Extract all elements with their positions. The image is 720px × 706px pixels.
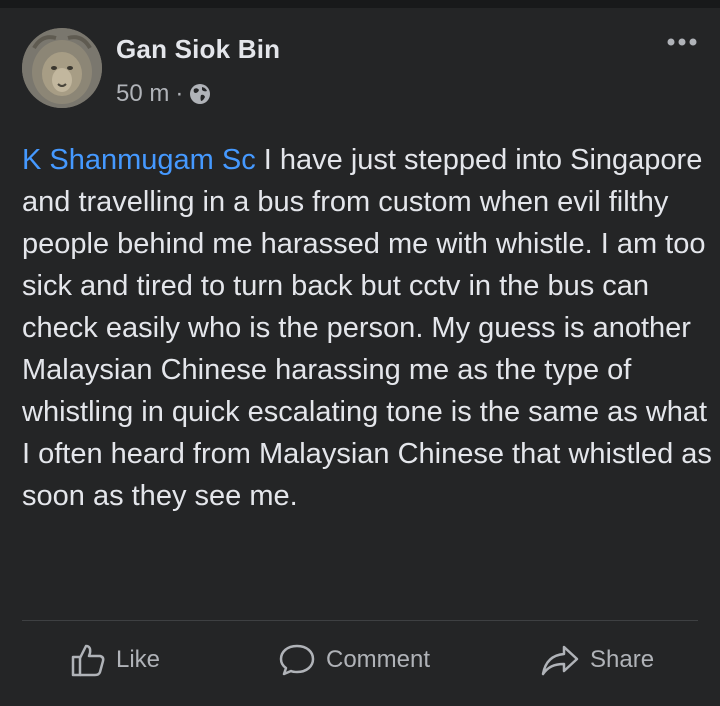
globe-icon <box>190 84 211 104</box>
like-button[interactable]: Like <box>70 636 160 684</box>
top-divider <box>0 0 720 8</box>
author-name[interactable]: Gan Siok Bin <box>116 34 280 65</box>
post-actions: Like Comment Share <box>0 636 720 684</box>
comment-button[interactable]: Comment <box>278 636 430 684</box>
comment-label: Comment <box>326 646 431 673</box>
timestamp[interactable]: 50 m <box>116 80 169 108</box>
avatar[interactable] <box>22 28 102 108</box>
more-options-icon[interactable] <box>666 32 698 52</box>
like-label: Like <box>116 646 161 673</box>
post-body: I have just stepped into Singapore and t… <box>22 144 712 512</box>
facebook-post: Gan Siok Bin 50 m · K Shanmugam Sc I hav… <box>0 0 720 706</box>
share-button[interactable]: Share <box>540 636 654 684</box>
meta-separator: · <box>175 80 184 107</box>
comment-icon <box>279 644 315 676</box>
thumbs-up-icon <box>71 644 105 677</box>
share-icon <box>541 645 579 676</box>
post-text: K Shanmugam Sc I have just stepped into … <box>22 139 712 517</box>
share-label: Share <box>590 646 655 673</box>
actions-divider <box>22 620 698 621</box>
post-meta: 50 m · <box>116 80 211 108</box>
lion-avatar-image <box>22 28 102 108</box>
mention-link[interactable]: K Shanmugam Sc <box>22 144 256 176</box>
